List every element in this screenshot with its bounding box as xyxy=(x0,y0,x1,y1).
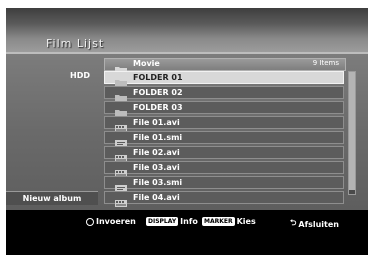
list-item-label: FOLDER 03 xyxy=(133,103,183,112)
file-list: Movie 9 Items FOLDER 01 FOLDER 02 FOLDER 0… xyxy=(104,58,356,207)
page-title: Film Lijst xyxy=(46,37,105,50)
list-header: Movie 9 Items xyxy=(104,58,346,75)
list-item-label: FOLDER 01 xyxy=(133,73,183,82)
title-bar: Film Lijst xyxy=(6,8,368,52)
exit-hint: ⮌ Afsluiten xyxy=(290,217,339,231)
list-item[interactable]: FOLDER 01 xyxy=(104,71,344,88)
return-icon: ⮌ xyxy=(290,218,297,227)
list-item[interactable]: FOLDER 03 xyxy=(104,101,344,118)
list-item[interactable]: File 03.smi xyxy=(104,176,344,192)
marker-key: MARKER xyxy=(202,217,235,226)
scrollbar[interactable] xyxy=(348,71,356,195)
menu-screen: Film Lijst HDD Nieuw album Movie 9 Items… xyxy=(6,8,368,255)
list-item-label: File 03.smi xyxy=(133,178,183,187)
list-item-label: File 01.avi xyxy=(133,118,180,127)
list-item[interactable]: File 01.smi xyxy=(104,131,344,147)
current-folder: Movie xyxy=(133,59,160,68)
info-label: Info xyxy=(180,217,198,226)
enter-hint: Invoeren xyxy=(86,217,136,226)
select-label: Kies xyxy=(236,217,256,226)
new-album-button[interactable]: Nieuw album xyxy=(6,191,98,205)
scroll-thumb[interactable] xyxy=(349,72,355,190)
list-item-label: FOLDER 02 xyxy=(133,88,183,97)
display-key: DISPLAY xyxy=(146,217,179,226)
list-item[interactable]: FOLDER 02 xyxy=(104,86,344,103)
list-item[interactable]: File 03.avi xyxy=(104,161,344,177)
list-rows: FOLDER 01 FOLDER 02 FOLDER 03 File 01.avi Fi… xyxy=(104,71,344,207)
list-item-label: File 02.avi xyxy=(133,148,180,157)
content-panel: HDD Nieuw album Movie 9 Items FOLDER 01 F… xyxy=(6,54,368,210)
list-item[interactable]: File 01.avi xyxy=(104,116,344,132)
drive-label[interactable]: HDD xyxy=(70,71,90,80)
info-hint: DISPLAY Info xyxy=(146,217,198,226)
list-item-label: File 03.avi xyxy=(133,163,180,172)
enter-button-icon xyxy=(86,217,94,226)
enter-label: Invoeren xyxy=(96,217,136,226)
left-panel: HDD Nieuw album xyxy=(6,54,98,210)
list-item-label: File 01.smi xyxy=(133,133,183,142)
list-item[interactable]: File 04.avi xyxy=(104,191,344,207)
item-count: 9 Items xyxy=(312,59,339,67)
list-item[interactable]: File 02.avi xyxy=(104,146,344,162)
select-hint: MARKER Kies xyxy=(202,217,256,226)
list-item-label: File 04.avi xyxy=(133,193,180,202)
exit-label: Afsluiten xyxy=(298,219,339,229)
button-hints: Invoeren DISPLAY Info MARKER Kies ⮌ Afsl… xyxy=(6,210,368,255)
